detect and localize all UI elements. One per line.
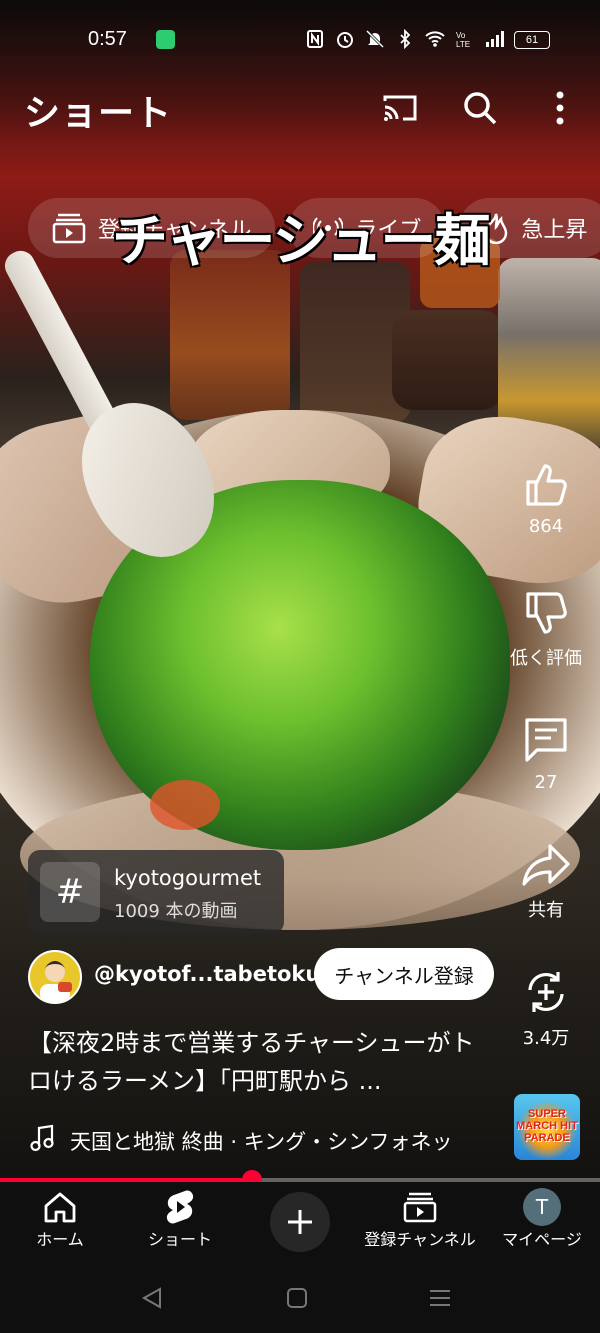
music-thumb-text: SUPER MARCH HIT PARADE — [516, 1108, 578, 1144]
bluetooth-icon — [400, 29, 411, 49]
chip-label: 急上昇 — [521, 218, 588, 243]
search-button[interactable] — [460, 88, 500, 128]
subscriptions-icon — [52, 213, 86, 244]
comments-button[interactable]: 27 — [500, 716, 592, 793]
nav-profile-label: マイページ — [502, 1230, 582, 1249]
nav-shorts[interactable]: ショート — [134, 1188, 226, 1250]
share-button[interactable]: 共有 — [500, 842, 592, 922]
nav-subscriptions[interactable]: 登録チャンネル — [356, 1188, 484, 1250]
nav-profile[interactable]: T マイページ — [494, 1188, 590, 1250]
notification-app-icon — [156, 30, 175, 49]
broth-oil — [150, 780, 220, 830]
shorts-screen: 0:57 Vo LTE 61 ショート 登録チャンネル ライブ 急上昇 チャーシ… — [0, 0, 600, 1333]
page-title: ショート — [24, 93, 173, 134]
music-note-icon — [30, 1124, 54, 1152]
search-icon — [464, 92, 497, 125]
home-icon — [44, 1192, 76, 1223]
mute-icon — [365, 29, 385, 49]
wifi-icon — [425, 31, 445, 47]
channel-avatar[interactable] — [28, 950, 82, 1004]
bottom-navigation: ホーム ショート 登録チャンネル T マイページ — [0, 1182, 600, 1264]
signal-icon — [486, 31, 504, 47]
hashtag-video-count: 1009 本の動画 — [114, 901, 238, 922]
status-bar: 0:57 Vo LTE 61 — [0, 0, 600, 80]
remix-icon — [528, 972, 564, 1012]
nav-home-label: ホーム — [36, 1230, 84, 1249]
plus-icon — [288, 1210, 312, 1234]
subscriptions-icon — [403, 1192, 437, 1223]
channel-handle[interactable]: @kyotof...tabetoku — [94, 962, 320, 986]
status-time: 0:57 — [88, 28, 127, 50]
comment-icon — [525, 718, 567, 762]
alarm-icon — [337, 32, 353, 48]
volte-icon: VoLTE — [456, 31, 470, 49]
status-icons: Vo LTE — [305, 29, 505, 49]
remix-count: 3.4万 — [522, 1028, 570, 1049]
comment-count: 27 — [534, 772, 558, 793]
nav-home[interactable]: ホーム — [20, 1188, 100, 1250]
nfc-icon — [307, 30, 323, 48]
svg-text:Vo: Vo — [456, 31, 466, 40]
thumbs-up-icon — [526, 464, 567, 506]
video-description[interactable]: 【深夜2時まで営業するチャーシューがトロけるラーメン】「円町駅から ... — [28, 1024, 498, 1100]
hashtag-name: kyotogourmet — [114, 866, 262, 890]
jar-shape — [392, 310, 502, 410]
cast-icon — [383, 95, 417, 121]
avatar-illustration-icon — [40, 961, 72, 1002]
hashtag-icon: # — [40, 862, 100, 922]
thumbs-down-icon — [526, 592, 567, 634]
back-icon[interactable] — [140, 1286, 164, 1310]
subscribe-button[interactable]: チャンネル登録 — [314, 948, 494, 1000]
nav-subscriptions-label: 登録チャンネル — [364, 1230, 476, 1249]
remix-button[interactable]: 3.4万 — [500, 968, 592, 1050]
nav-shorts-label: ショート — [147, 1230, 212, 1249]
hashtag-card[interactable]: # kyotogourmet 1009 本の動画 — [28, 850, 284, 934]
music-title[interactable]: 天国と地獄 終曲 · キング・シンフォネッ — [70, 1126, 490, 1156]
more-vert-icon — [556, 91, 564, 125]
video-overlay-text: チャーシュー麺 — [112, 208, 490, 274]
system-navigation-bar — [0, 1264, 600, 1333]
svg-text:LTE: LTE — [456, 40, 470, 49]
home-nav-icon[interactable] — [285, 1286, 309, 1310]
cast-button[interactable] — [380, 88, 420, 128]
profile-avatar: T — [523, 1188, 561, 1226]
dislike-label: 低く評価 — [510, 648, 582, 669]
share-icon — [522, 844, 570, 886]
battery-indicator: 61 — [514, 31, 550, 49]
like-button[interactable]: 864 — [500, 462, 592, 537]
music-thumbnail[interactable]: SUPER MARCH HIT PARADE — [514, 1094, 580, 1160]
share-label: 共有 — [528, 900, 564, 921]
dislike-button[interactable]: 低く評価 — [500, 590, 592, 670]
more-button[interactable] — [540, 88, 580, 128]
shorts-icon — [166, 1190, 194, 1224]
like-count: 864 — [528, 516, 564, 537]
recents-icon[interactable] — [428, 1286, 452, 1310]
create-button[interactable] — [270, 1192, 330, 1252]
